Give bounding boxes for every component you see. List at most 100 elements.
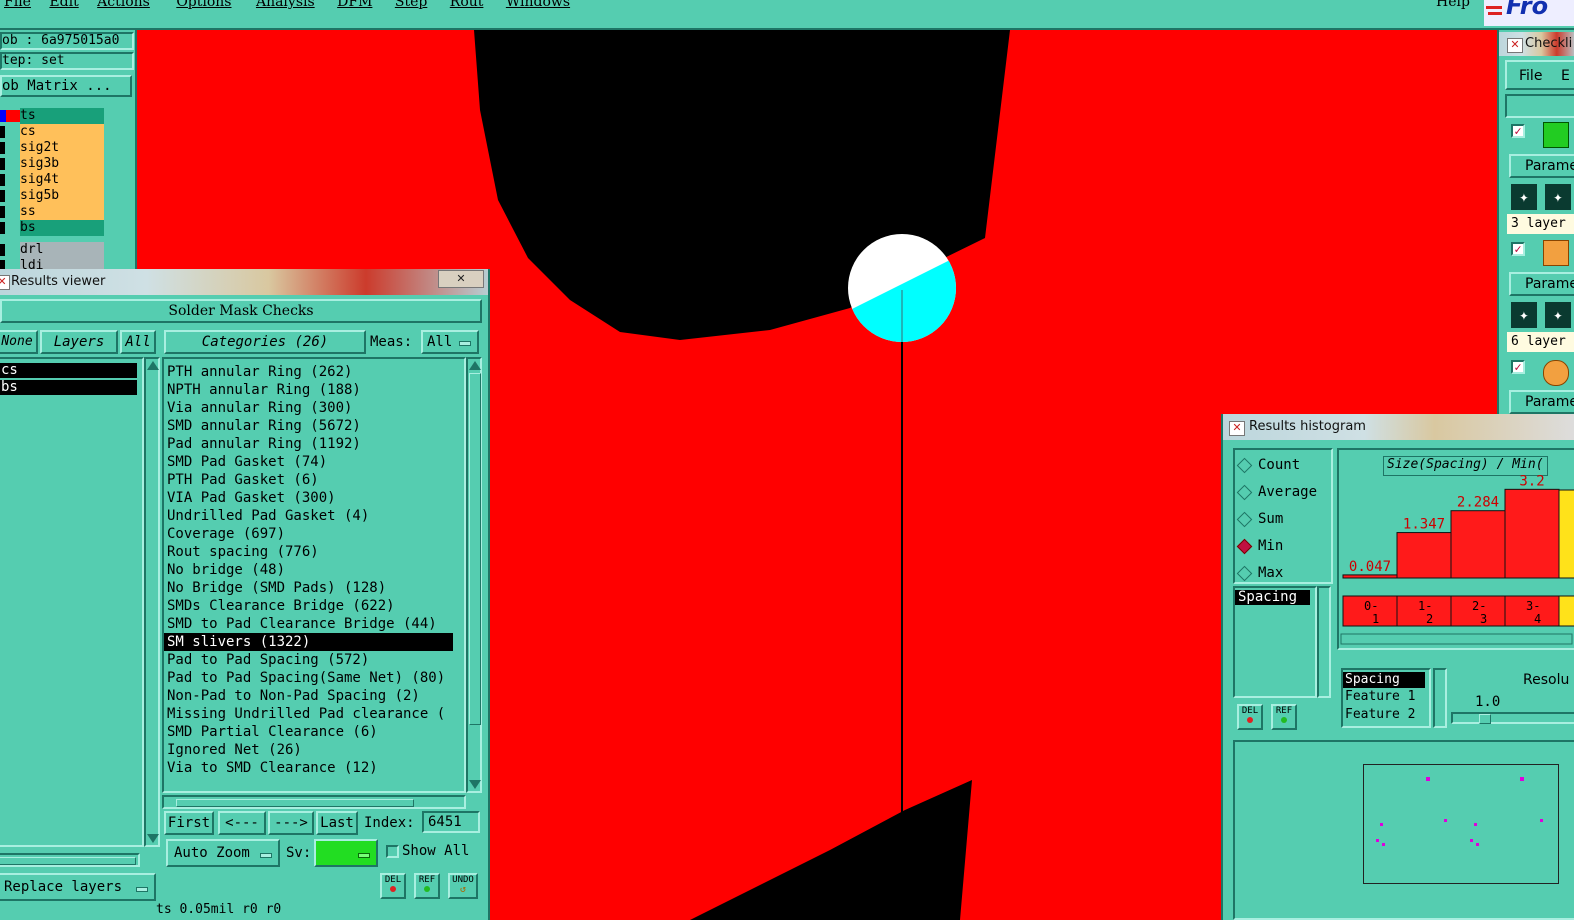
category-item[interactable]: No Bridge (SMD Pads) (128) bbox=[164, 579, 464, 597]
category-item[interactable]: PTH Pad Gasket (6) bbox=[164, 471, 464, 489]
option-min[interactable]: Min bbox=[1235, 533, 1331, 560]
replace-layers-dropdown[interactable]: Replace layers bbox=[0, 873, 156, 901]
feature-list-vscroll[interactable] bbox=[1433, 668, 1447, 728]
category-item[interactable]: SMDs Clearance Bridge (622) bbox=[164, 597, 464, 615]
histogram-bar[interactable] bbox=[1504, 488, 1560, 579]
option-max[interactable]: Max bbox=[1235, 560, 1331, 587]
menu-analysis[interactable]: Analysis bbox=[256, 0, 315, 10]
histogram-titlebar[interactable]: ✕ Results histogram bbox=[1223, 414, 1574, 440]
category-item[interactable]: PTH annular Ring (262) bbox=[164, 363, 464, 381]
measure-list[interactable]: Spacing bbox=[1233, 586, 1317, 698]
layer-ts[interactable]: ts bbox=[20, 108, 104, 124]
undo-button[interactable]: UNDO ↺ bbox=[448, 873, 478, 899]
first-button[interactable]: First bbox=[164, 811, 214, 835]
all-button[interactable]: All bbox=[120, 330, 156, 354]
action-icon[interactable] bbox=[1543, 240, 1569, 266]
run-icon[interactable]: ✦ bbox=[1511, 302, 1537, 328]
layer-list-vscroll[interactable] bbox=[144, 357, 160, 847]
check-icon[interactable]: ✓ bbox=[1511, 360, 1525, 374]
layer-list-hscroll[interactable] bbox=[0, 853, 140, 867]
categories-button[interactable]: Categories (26) bbox=[164, 330, 366, 354]
layers-button[interactable]: Layers bbox=[40, 330, 118, 354]
show-all-checkbox[interactable] bbox=[386, 845, 399, 858]
layer-sig3b[interactable]: sig3b bbox=[20, 156, 104, 172]
categories-vscroll[interactable] bbox=[466, 357, 482, 793]
histogram-bar[interactable] bbox=[1450, 510, 1506, 579]
checklist-menu-e[interactable]: E bbox=[1561, 68, 1570, 84]
layer-sig5b[interactable]: sig5b bbox=[20, 188, 104, 204]
ref-button[interactable]: REF bbox=[1271, 704, 1297, 730]
histogram-bar-partial[interactable] bbox=[1558, 489, 1574, 579]
categories-hscroll[interactable] bbox=[162, 795, 466, 809]
none-button[interactable]: None bbox=[0, 330, 38, 354]
layer-cs[interactable]: cs bbox=[20, 124, 104, 140]
histogram-bar[interactable] bbox=[1342, 574, 1398, 579]
prev-button[interactable]: <--- bbox=[218, 811, 266, 835]
param-button-3[interactable]: Parame bbox=[1509, 390, 1574, 414]
run-icon[interactable]: ✦ bbox=[1511, 184, 1537, 210]
menu-help[interactable]: Help bbox=[1436, 0, 1470, 10]
check-icon[interactable]: ✓ bbox=[1511, 124, 1525, 138]
del-button[interactable]: DEL bbox=[1237, 704, 1263, 730]
menu-file[interactable]: File bbox=[4, 0, 31, 10]
layer-results-list[interactable]: cs bs bbox=[0, 357, 144, 847]
category-item[interactable]: Non-Pad to Non-Pad Spacing (2) bbox=[164, 687, 464, 705]
category-item[interactable]: Pad annular Ring (1192) bbox=[164, 435, 464, 453]
menu-windows[interactable]: Windows bbox=[506, 0, 570, 10]
menu-actions[interactable]: Actions bbox=[97, 0, 150, 10]
run-icon[interactable]: ✦ bbox=[1545, 184, 1571, 210]
category-item[interactable]: Coverage (697) bbox=[164, 525, 464, 543]
resolution-slider[interactable] bbox=[1451, 712, 1574, 724]
chart-hscroll[interactable] bbox=[1340, 633, 1573, 645]
category-item[interactable]: Ignored Net (26) bbox=[164, 741, 464, 759]
layer-bs[interactable]: bs bbox=[20, 220, 104, 236]
ref-button[interactable]: REF bbox=[414, 873, 440, 899]
layer-sig2t[interactable]: sig2t bbox=[20, 140, 104, 156]
category-item[interactable]: Via annular Ring (300) bbox=[164, 399, 464, 417]
category-item[interactable]: Via to SMD Clearance (12) bbox=[164, 759, 464, 777]
list-item[interactable]: Spacing bbox=[1343, 672, 1425, 688]
last-button[interactable]: Last bbox=[316, 811, 358, 835]
sv-color-dropdown[interactable] bbox=[314, 839, 378, 867]
check-icon[interactable]: ✓ bbox=[1511, 242, 1525, 256]
option-count[interactable]: Count bbox=[1235, 452, 1331, 479]
menu-rout[interactable]: Rout bbox=[450, 0, 484, 10]
option-average[interactable]: Average bbox=[1235, 479, 1331, 506]
categories-list[interactable]: PTH annular Ring (262) NPTH annular Ring … bbox=[162, 357, 466, 793]
category-item[interactable]: SMD to Pad Clearance Bridge (44) bbox=[164, 615, 464, 633]
category-item[interactable]: SMD Partial Clearance (6) bbox=[164, 723, 464, 741]
checklist-menu-file[interactable]: File bbox=[1519, 68, 1542, 84]
layer-sig4t[interactable]: sig4t bbox=[20, 172, 104, 188]
job-matrix-button[interactable]: ob Matrix ... bbox=[0, 75, 132, 97]
menu-options[interactable]: Options bbox=[176, 0, 231, 10]
menu-edit[interactable]: Edit bbox=[49, 0, 78, 10]
category-item[interactable]: Undrilled Pad Gasket (4) bbox=[164, 507, 464, 525]
category-item[interactable]: Missing Undrilled Pad clearance ( bbox=[164, 705, 464, 723]
option-sum[interactable]: Sum bbox=[1235, 506, 1331, 533]
list-item[interactable]: bs bbox=[0, 380, 137, 395]
zoom-dropdown[interactable]: Auto Zoom bbox=[166, 839, 280, 867]
category-item[interactable]: Rout spacing (776) bbox=[164, 543, 464, 561]
menu-step[interactable]: Step bbox=[395, 0, 427, 10]
category-item[interactable]: SM slivers (1322) bbox=[164, 633, 453, 651]
next-button[interactable]: ---> bbox=[268, 811, 314, 835]
category-item[interactable]: VIA Pad Gasket (300) bbox=[164, 489, 464, 507]
run-icon[interactable]: ✦ bbox=[1545, 302, 1571, 328]
list-item[interactable]: cs bbox=[0, 363, 137, 378]
list-item[interactable]: Feature 1 bbox=[1343, 688, 1429, 706]
param-button-2[interactable]: Parame bbox=[1509, 272, 1574, 296]
measure-list-vscroll[interactable] bbox=[1317, 586, 1331, 698]
menu-dfm[interactable]: DFM bbox=[337, 0, 372, 10]
category-item[interactable]: NPTH annular Ring (188) bbox=[164, 381, 464, 399]
del-button[interactable]: DEL bbox=[380, 873, 406, 899]
param-button-1[interactable]: Parame bbox=[1509, 154, 1574, 178]
category-item[interactable]: Pad to Pad Spacing(Same Net) (80) bbox=[164, 669, 464, 687]
checklist-titlebar[interactable]: ✕ Checkli bbox=[1499, 32, 1574, 56]
category-item[interactable]: No bridge (48) bbox=[164, 561, 464, 579]
action-icon[interactable] bbox=[1543, 122, 1569, 148]
list-item[interactable]: Feature 2 bbox=[1343, 706, 1429, 724]
results-viewer-titlebar[interactable]: ✕ Results viewer ✕ bbox=[0, 269, 488, 295]
meas-dropdown[interactable]: All bbox=[421, 330, 479, 354]
feature-list[interactable]: Spacing Feature 1 Feature 2 bbox=[1341, 668, 1431, 728]
list-item[interactable]: Spacing bbox=[1235, 590, 1310, 605]
